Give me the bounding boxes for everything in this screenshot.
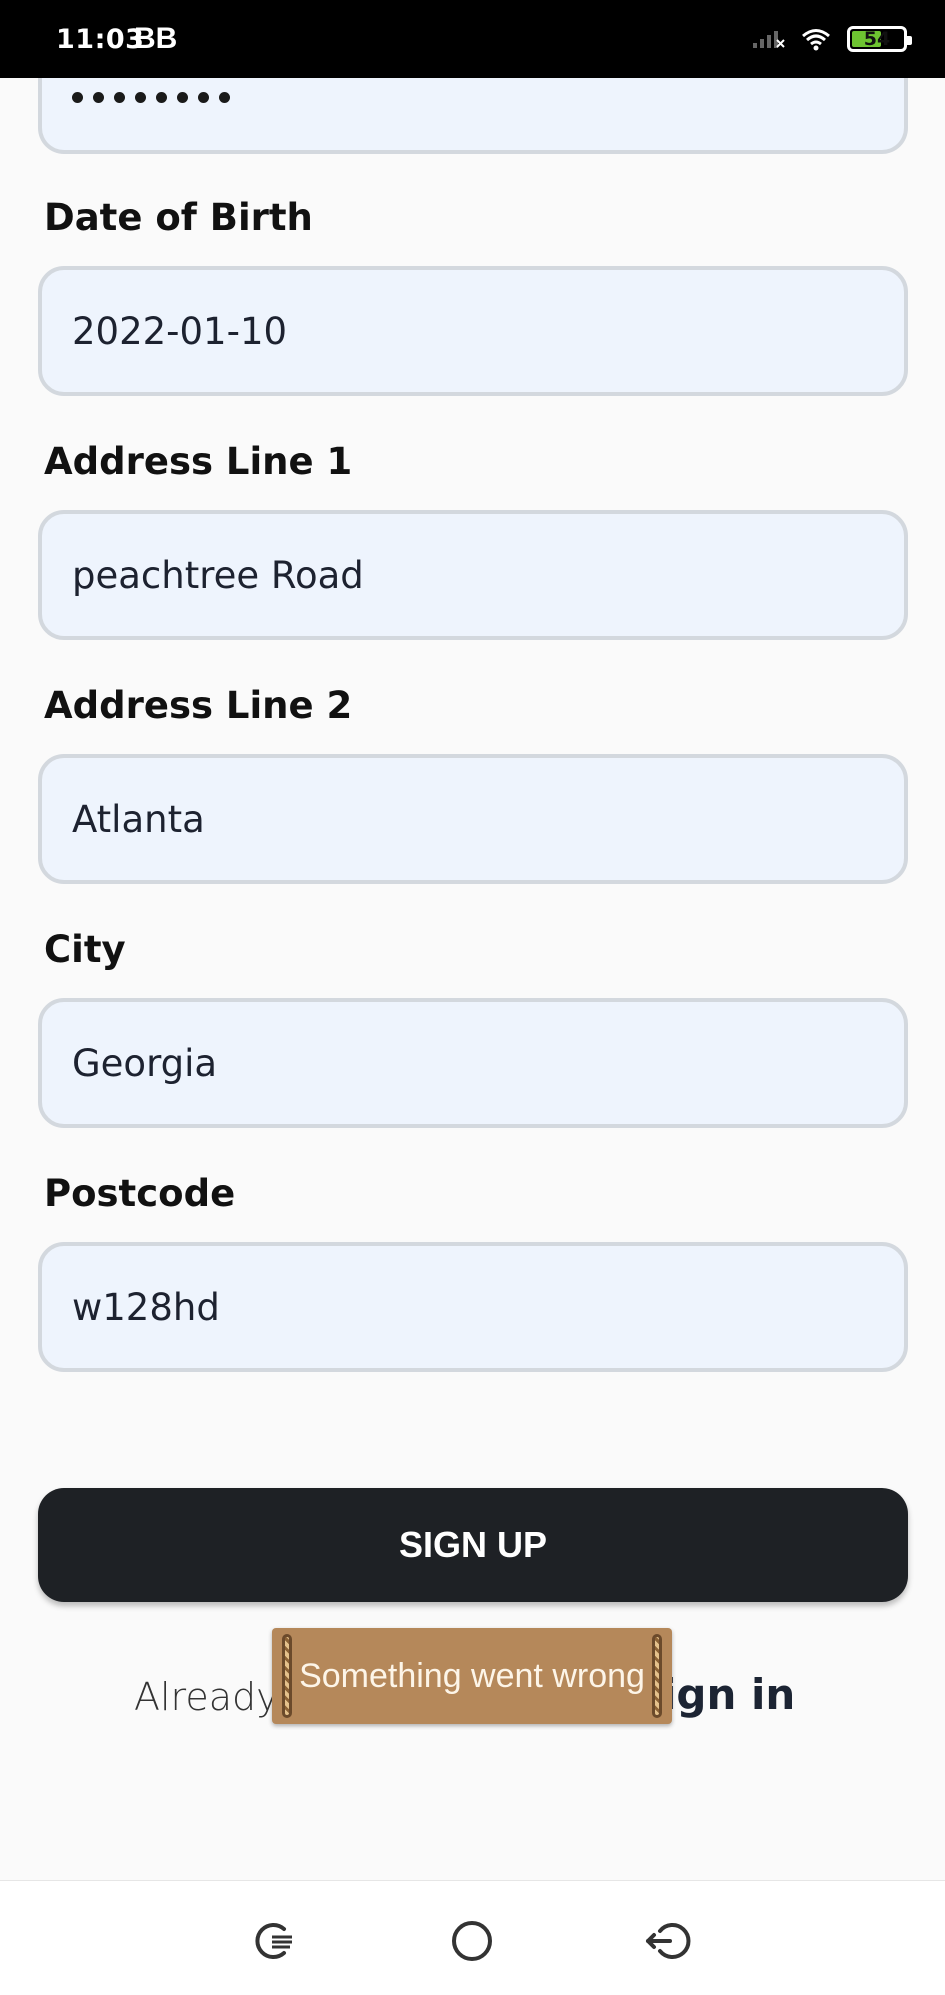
signup-button[interactable]: SIGN UP (38, 1488, 908, 1602)
password-mask (72, 82, 230, 112)
already-text: Already (134, 1675, 279, 1719)
password-field[interactable] (38, 78, 908, 154)
rope-right-icon (652, 1634, 662, 1718)
carrier-icon: BB (134, 22, 178, 55)
city-label: City (44, 928, 126, 971)
home-icon[interactable] (446, 1915, 498, 1967)
toast-message: Something went wrong (299, 1656, 645, 1695)
status-time: 11:03 (56, 24, 145, 55)
address2-field[interactable]: Atlanta (38, 754, 908, 884)
battery-level: 54 (863, 28, 891, 50)
status-icons: 54 (751, 26, 912, 52)
signal-icon (753, 31, 785, 48)
recents-icon[interactable] (248, 1915, 300, 1967)
signin-link[interactable]: ign in (662, 1670, 795, 1719)
city-field[interactable]: Georgia (38, 998, 908, 1128)
status-bar: 11:03 BB 54 (0, 0, 945, 78)
address1-field[interactable]: peachtree Road (38, 510, 908, 640)
city-value: Georgia (72, 1042, 218, 1085)
dob-value: 2022-01-10 (72, 310, 288, 353)
address2-value: Atlanta (72, 798, 205, 841)
address1-value: peachtree Road (72, 554, 364, 597)
postcode-field[interactable]: w128hd (38, 1242, 908, 1372)
wifi-icon (802, 29, 830, 51)
postcode-value: w128hd (72, 1286, 220, 1329)
dob-field[interactable]: 2022-01-10 (38, 266, 908, 396)
postcode-label: Postcode (44, 1172, 236, 1215)
battery-icon: 54 (847, 26, 912, 52)
error-toast: Something went wrong (272, 1628, 672, 1724)
back-icon[interactable] (642, 1915, 694, 1967)
address2-label: Address Line 2 (44, 684, 353, 727)
dob-label: Date of Birth (44, 196, 313, 239)
rope-left-icon (282, 1634, 292, 1718)
address1-label: Address Line 1 (44, 440, 353, 483)
system-nav-bar (0, 1880, 945, 1995)
